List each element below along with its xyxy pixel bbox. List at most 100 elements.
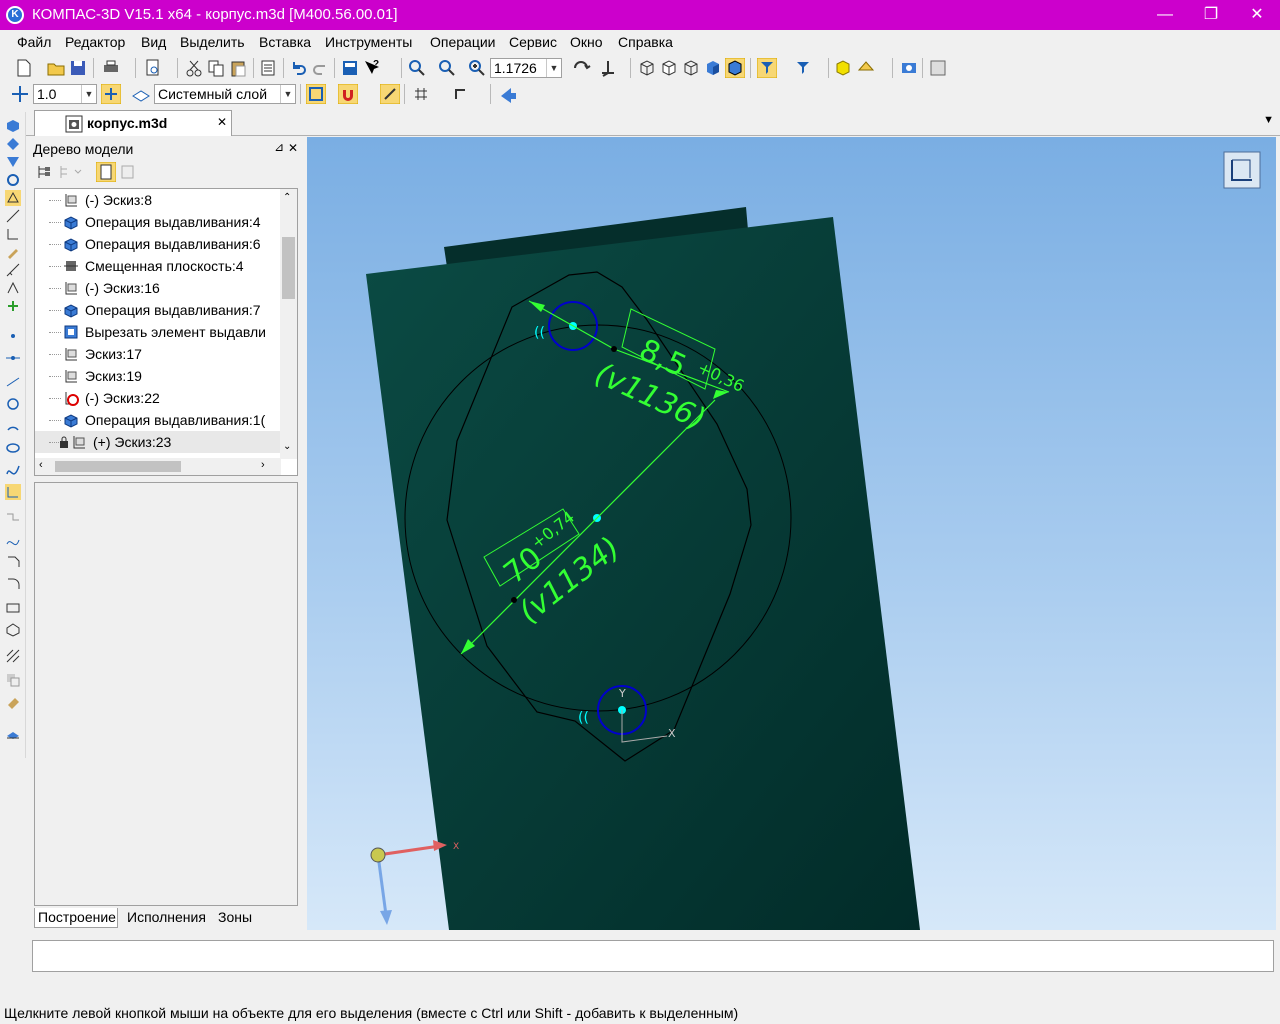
auxiliary-line-icon[interactable] (5, 350, 21, 366)
scroll-right-icon[interactable]: › (261, 459, 265, 471)
menu-edit[interactable]: Редактор (65, 34, 125, 50)
spiral-icon[interactable] (5, 172, 21, 188)
hscroll-thumb[interactable] (55, 461, 181, 472)
constraints-icon[interactable] (5, 226, 21, 242)
menu-operations[interactable]: Операции (430, 34, 496, 50)
step-cursor-icon[interactable] (10, 84, 30, 104)
filter-selection-icon[interactable] (757, 58, 777, 78)
edit-icon[interactable] (5, 244, 21, 260)
scroll-up-icon[interactable]: ⌃ (283, 192, 291, 203)
surface-icon[interactable] (5, 136, 21, 152)
shaded-icon[interactable] (703, 58, 723, 78)
circle-icon[interactable] (5, 396, 21, 412)
cut-icon[interactable] (184, 58, 204, 78)
manager-icon[interactable] (340, 58, 360, 78)
housing-body[interactable] (366, 217, 920, 930)
grid-snap-icon[interactable] (101, 84, 121, 104)
tree-item[interactable]: Операция выдавливания:4 (35, 211, 281, 233)
layer-icon[interactable] (131, 84, 151, 104)
table-icon[interactable] (928, 58, 948, 78)
measure-icon[interactable] (5, 262, 21, 278)
menu-help[interactable]: Справка (618, 34, 673, 50)
polyline-icon[interactable] (5, 510, 21, 526)
parametric-icon[interactable] (451, 84, 471, 104)
close-panel-icon[interactable]: ✕ (288, 141, 298, 155)
magnet-snap-icon[interactable] (338, 84, 358, 104)
parameters-icon[interactable] (5, 298, 21, 314)
close-tab-icon[interactable]: ✕ (217, 115, 227, 129)
cube-icon[interactable] (5, 118, 21, 134)
spline-icon[interactable] (5, 462, 21, 478)
tree-item[interactable]: Эскиз:17 (35, 343, 281, 365)
tree-item[interactable]: Смещенная плоскость:4 (35, 255, 281, 277)
rotate-icon[interactable] (571, 58, 591, 78)
hidden-lines-icon[interactable] (659, 58, 679, 78)
save-icon[interactable] (68, 58, 88, 78)
ortho-icon[interactable] (380, 84, 400, 104)
tree-item[interactable]: Операция выдавливания:1( (35, 409, 281, 431)
tree-item[interactable]: Вырезать элемент выдавли (35, 321, 281, 343)
cursor-step-combo[interactable]: 1.0 ▼ (33, 84, 97, 104)
shaded-edges-icon[interactable] (725, 58, 745, 78)
close-window-button[interactable]: ✕ (1234, 0, 1280, 30)
tree-item[interactable]: Операция выдавливания:6 (35, 233, 281, 255)
menu-insert[interactable]: Вставка (259, 34, 311, 50)
projection-icon[interactable] (5, 724, 21, 740)
tree-vertical-scrollbar[interactable]: ⌃ ⌄ (280, 189, 297, 459)
array-icon[interactable] (5, 154, 21, 170)
bezier-icon[interactable] (5, 532, 21, 548)
tree-item[interactable]: Операция выдавливания:7 (35, 299, 281, 321)
tab-zones[interactable]: Зоны (215, 908, 255, 928)
minimize-button[interactable]: — (1142, 0, 1188, 30)
menu-view[interactable]: Вид (141, 34, 166, 50)
zoom-all-icon[interactable] (437, 58, 457, 78)
rectangle-icon[interactable] (5, 600, 21, 616)
layer-combo[interactable]: Системный слой ▼ (154, 84, 296, 104)
scroll-left-icon[interactable]: ‹ (39, 459, 43, 471)
paste-icon[interactable] (228, 58, 248, 78)
tree-item[interactable]: (+) Эскиз:23 (35, 431, 281, 453)
chevron-down-icon[interactable]: ▼ (546, 59, 561, 77)
thin-lines-icon[interactable] (681, 58, 701, 78)
select-options-icon[interactable] (793, 58, 813, 78)
tree-item[interactable]: (-) Эскиз:16 (35, 277, 281, 299)
tree-item[interactable]: (-) Эскиз:8 (35, 189, 281, 211)
tree-horizontal-scrollbar[interactable]: ‹ › (35, 458, 281, 475)
undo-icon[interactable] (289, 58, 309, 78)
open-folder-icon[interactable] (46, 58, 66, 78)
blue-arrow-icon[interactable] (498, 84, 518, 104)
arc-icon[interactable] (5, 418, 21, 434)
scroll-thumb[interactable] (282, 237, 295, 299)
3d-viewport[interactable]: (( (( 8,5 +0,36 (v1136) 70 +0,74 (v1134)… (307, 137, 1276, 930)
polygon-icon[interactable] (5, 622, 21, 638)
dimensions-icon[interactable] (5, 208, 21, 224)
scroll-down-icon[interactable]: ⌄ (283, 441, 291, 452)
angle-icon[interactable] (5, 280, 21, 296)
brush-icon[interactable] (5, 696, 21, 712)
view-orientation-button[interactable] (1223, 151, 1261, 189)
insert-component-icon[interactable] (856, 58, 876, 78)
local-cs-icon[interactable] (306, 84, 326, 104)
context-help-icon[interactable]: ? (362, 58, 382, 78)
zoom-scale-combo[interactable]: 1.1726 ▼ (490, 58, 562, 78)
model-view[interactable]: (( (( 8,5 +0,36 (v1136) 70 +0,74 (v1134)… (307, 137, 1276, 930)
orientation-icon[interactable] (598, 58, 618, 78)
round-icon[interactable] (5, 576, 21, 592)
point-icon[interactable] (5, 328, 21, 344)
print-icon[interactable] (101, 58, 121, 78)
tree-mode-icon[interactable] (58, 164, 82, 180)
new-document-icon[interactable] (14, 58, 34, 78)
menu-window[interactable]: Окно (570, 34, 603, 50)
geometry-icon[interactable] (5, 190, 21, 206)
tab-construction[interactable]: Построение (34, 908, 118, 928)
chamfer-icon[interactable] (5, 554, 21, 570)
copy-icon[interactable] (206, 58, 226, 78)
chevron-down-icon[interactable]: ▼ (280, 85, 295, 103)
tree-filter-icon[interactable] (120, 164, 136, 180)
fillet-icon[interactable] (5, 484, 21, 500)
tree-item[interactable]: Эскиз:19 (35, 365, 281, 387)
menu-service[interactable]: Сервис (509, 34, 557, 50)
wireframe-icon[interactable] (637, 58, 657, 78)
zoom-window-icon[interactable] (407, 58, 427, 78)
redo-icon[interactable] (310, 58, 330, 78)
